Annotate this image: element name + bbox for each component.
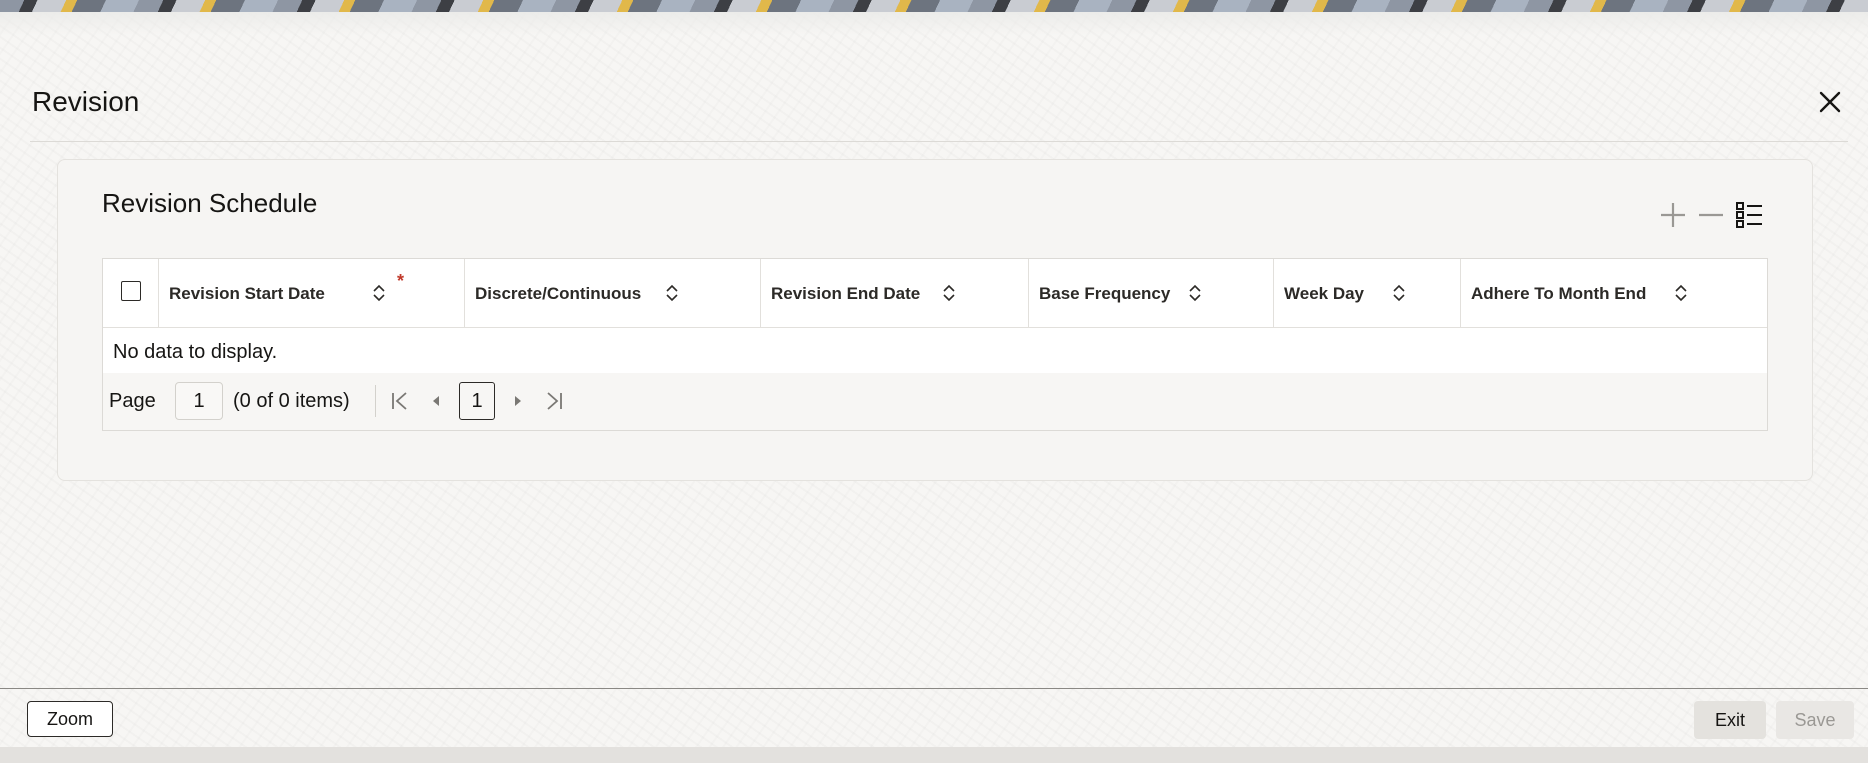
footer-strip xyxy=(0,747,1868,763)
item-count: (0 of 0 items) xyxy=(233,390,350,412)
column-label: Discrete/Continuous xyxy=(475,284,642,303)
save-button[interactable]: Save xyxy=(1776,701,1854,739)
column-header-base-frequency[interactable]: Base Frequency xyxy=(1029,259,1274,327)
column-header-adhere-to-month-end[interactable]: Adhere To Month End xyxy=(1461,259,1767,327)
page-number-input[interactable] xyxy=(175,382,223,420)
pagination-bar: Page (0 of 0 items) 1 xyxy=(103,373,1767,430)
manage-columns-button[interactable] xyxy=(1734,200,1764,230)
column-label: Week Day xyxy=(1284,284,1365,303)
plus-icon xyxy=(1661,203,1685,227)
zoom-button[interactable]: Zoom xyxy=(27,701,113,737)
add-row-button[interactable] xyxy=(1658,200,1688,230)
last-page-icon[interactable] xyxy=(543,390,565,412)
section-title: Revision Schedule xyxy=(102,188,318,218)
revision-schedule-grid: Revision Start Date * Discrete/Continuou… xyxy=(102,258,1768,431)
sort-icon[interactable] xyxy=(1188,282,1202,304)
next-page-icon[interactable] xyxy=(507,390,529,412)
column-header-discrete-continuous[interactable]: Discrete/Continuous xyxy=(465,259,761,327)
no-data-message: No data to display. xyxy=(113,341,278,363)
current-page-button[interactable]: 1 xyxy=(459,382,495,420)
column-label: Revision End Date xyxy=(771,284,921,303)
column-header-week-day[interactable]: Week Day xyxy=(1274,259,1461,327)
sort-icon[interactable] xyxy=(372,282,386,304)
select-column xyxy=(103,259,159,327)
column-label: Revision Start Date xyxy=(169,284,325,303)
minus-icon xyxy=(1699,213,1723,217)
sort-icon[interactable] xyxy=(942,282,956,304)
select-all-checkbox[interactable] xyxy=(121,281,141,301)
close-icon xyxy=(1819,91,1841,113)
header-banner-fade xyxy=(0,12,1868,36)
sort-icon[interactable] xyxy=(665,282,679,304)
sort-icon[interactable] xyxy=(1674,282,1688,304)
column-header-revision-start-date[interactable]: Revision Start Date * xyxy=(159,259,465,327)
footer-divider xyxy=(0,688,1868,689)
exit-button[interactable]: Exit xyxy=(1694,701,1766,739)
column-label: Adhere To Month End xyxy=(1471,284,1647,303)
revision-schedule-panel: Revision Schedule Revision Start Date * xyxy=(57,159,1813,481)
column-label: Base Frequency xyxy=(1039,284,1171,303)
header-banner xyxy=(0,0,1868,12)
grid-header: Revision Start Date * Discrete/Continuou… xyxy=(103,259,1767,328)
close-button[interactable] xyxy=(1816,88,1844,116)
pager-divider xyxy=(375,385,376,417)
title-divider xyxy=(30,141,1848,142)
first-page-icon[interactable] xyxy=(389,390,411,412)
required-indicator: * xyxy=(397,271,405,291)
page-label: Page xyxy=(109,390,156,412)
delete-row-button[interactable] xyxy=(1696,200,1726,230)
previous-page-icon[interactable] xyxy=(425,390,447,412)
column-list-icon xyxy=(1736,202,1762,228)
page-title: Revision xyxy=(32,86,140,117)
column-header-revision-end-date[interactable]: Revision End Date xyxy=(761,259,1029,327)
sort-icon[interactable] xyxy=(1392,282,1406,304)
